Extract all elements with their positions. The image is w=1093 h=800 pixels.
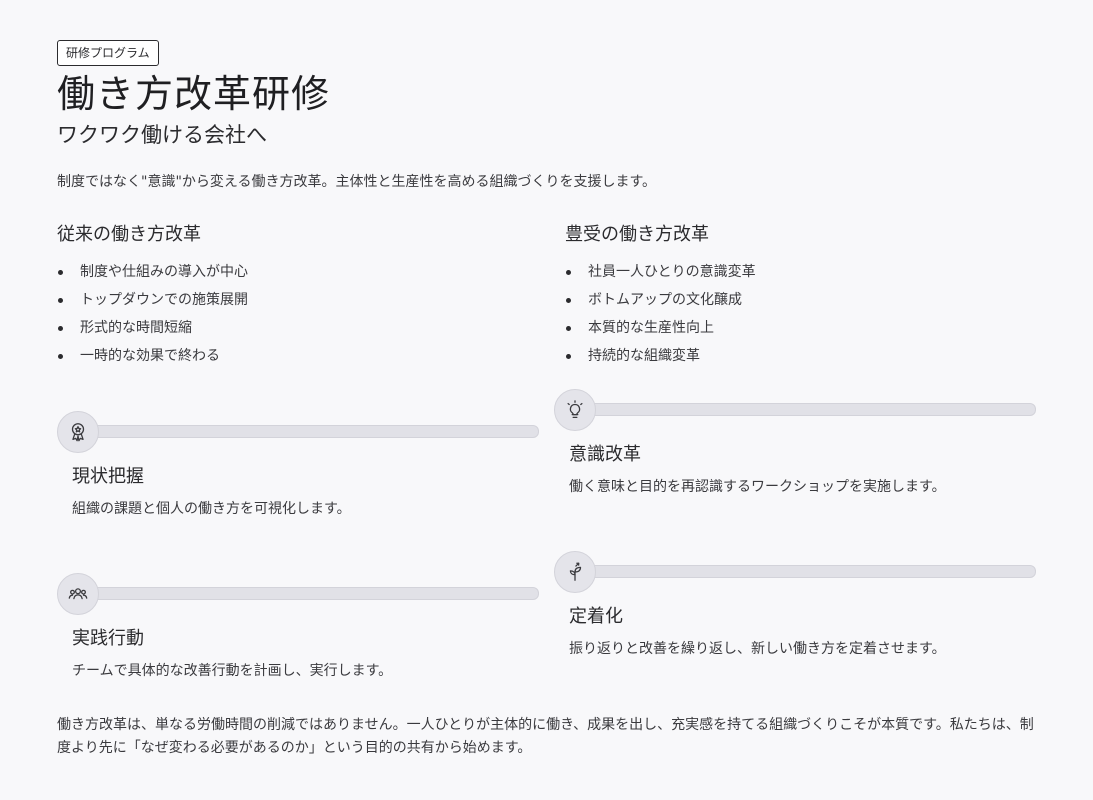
step-bar [77, 587, 539, 600]
page: 研修プログラム 働き方改革研修 ワクワク働ける会社へ 制度ではなく"意識"から変… [0, 0, 1093, 800]
step-description: 組織の課題と個人の働き方を可視化します。 [72, 501, 351, 517]
toyouke-heading: 豊受の働き方改革 [565, 224, 709, 245]
step-title: 意識改革 [569, 444, 641, 465]
step-title: 定着化 [569, 606, 623, 627]
conventional-heading: 従来の働き方改革 [57, 224, 201, 245]
intro-text: 制度ではなく"意識"から変える働き方改革。主体性と生産性を高める組織づくりを支援… [57, 174, 657, 190]
toyouke-list: 社員一人ひとりの意識変革 ボトムアップの文化醸成 本質的な生産性向上 持続的な組… [565, 262, 756, 374]
lightbulb-icon [554, 389, 596, 431]
step-description: チームで具体的な改善行動を計画し、実行します。 [72, 663, 393, 679]
step-description: 働く意味と目的を再認識するワークショップを実施します。 [569, 479, 946, 495]
list-item: 持続的な組織変革 [565, 346, 756, 374]
closing-statement: 働き方改革は、単なる労働時間の削減ではありません。一人ひとりが主体的に働き、成果… [57, 717, 1034, 756]
list-item: 社員一人ひとりの意識変革 [565, 262, 756, 290]
conventional-list: 制度や仕組みの導入が中心 トップダウンでの施策展開 形式的な時間短縮 一時的な効… [57, 262, 248, 374]
list-item: ボトムアップの文化醸成 [565, 290, 756, 318]
sprout-icon [554, 551, 596, 593]
users-icon [57, 573, 99, 615]
step-bar [574, 403, 1036, 416]
list-item: 制度や仕組みの導入が中心 [57, 262, 248, 290]
list-item: トップダウンでの施策展開 [57, 290, 248, 318]
step-bar [77, 425, 539, 438]
step-title: 現状把握 [72, 466, 144, 487]
list-item: 一時的な効果で終わる [57, 346, 248, 374]
step-card-1: 現状把握 組織の課題と個人の働き方を可視化します。 [57, 411, 541, 541]
list-item: 形式的な時間短縮 [57, 318, 248, 346]
step-card-3: 実践行動 チームで具体的な改善行動を計画し、実行します。 [57, 573, 541, 703]
list-item: 本質的な生産性向上 [565, 318, 756, 346]
award-icon [57, 411, 99, 453]
step-card-2: 意識改革 働く意味と目的を再認識するワークショップを実施します。 [554, 389, 1038, 519]
page-subtitle: ワクワク働ける会社へ [57, 123, 267, 147]
step-card-4: 定着化 振り返りと改善を繰り返し、新しい働き方を定着させます。 [554, 551, 1038, 681]
program-tag: 研修プログラム [57, 40, 159, 66]
step-bar [574, 565, 1036, 578]
page-title: 働き方改革研修 [57, 72, 331, 116]
step-description: 振り返りと改善を繰り返し、新しい働き方を定着させます。 [569, 641, 946, 657]
step-title: 実践行動 [72, 628, 144, 649]
